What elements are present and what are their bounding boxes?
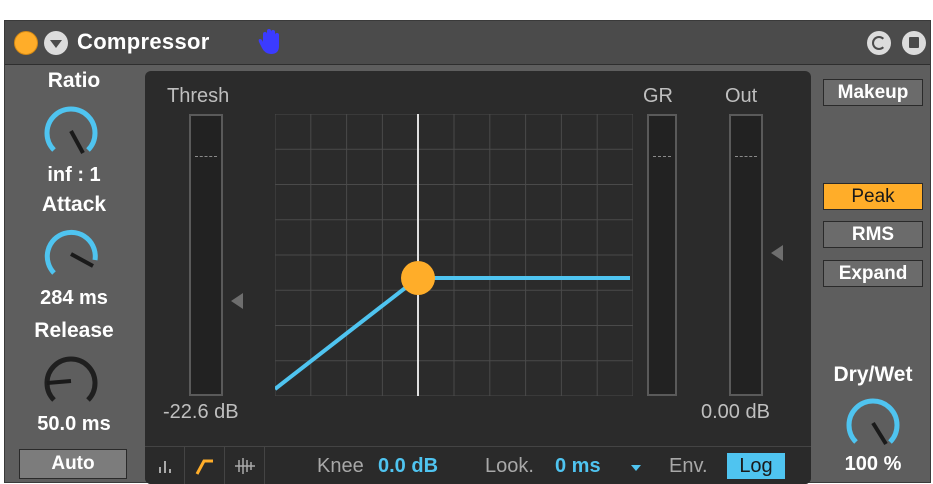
save-preset-icon[interactable] bbox=[902, 31, 926, 55]
lookahead-value[interactable]: 0 ms bbox=[555, 455, 601, 478]
out-value: 0.00 dB bbox=[701, 401, 770, 423]
transfer-curve-graph[interactable] bbox=[275, 114, 633, 396]
hot-swap-icon[interactable] bbox=[867, 31, 891, 55]
hand-icon[interactable] bbox=[257, 28, 283, 56]
ratio-label: Ratio bbox=[47, 69, 101, 92]
envelope-label: Env. bbox=[669, 455, 708, 477]
compressor-display: Thresh -22.6 dB GR Out 0.00 dB Knee 0.0 … bbox=[145, 71, 811, 484]
activity-view-icon bbox=[235, 458, 255, 474]
transfer-curve-view-button[interactable] bbox=[185, 447, 225, 484]
makeup-button[interactable]: Makeup bbox=[823, 79, 923, 106]
chevron-down-icon[interactable] bbox=[631, 465, 641, 471]
auto-button[interactable]: Auto bbox=[19, 449, 127, 479]
attack-knob[interactable] bbox=[41, 224, 101, 284]
envelope-log-button[interactable]: Log bbox=[727, 453, 785, 479]
dry-wet-value: 100 % bbox=[844, 453, 902, 475]
ratio-value: inf : 1 bbox=[47, 164, 101, 186]
attack-label: Attack bbox=[41, 193, 107, 216]
collapsed-view-button[interactable] bbox=[145, 447, 185, 484]
thresh-slider-handle[interactable] bbox=[231, 293, 243, 309]
fold-chevron-icon[interactable] bbox=[44, 31, 68, 55]
expand-button[interactable]: Expand bbox=[823, 260, 923, 287]
dry-wet-knob[interactable] bbox=[843, 393, 903, 453]
gr-label: GR bbox=[643, 85, 673, 107]
dry-wet-label: Dry/Wet bbox=[833, 363, 913, 386]
threshold-knee-point bbox=[401, 261, 435, 295]
out-slider-handle[interactable] bbox=[771, 245, 783, 261]
gr-meter bbox=[647, 114, 677, 396]
collapsed-view-icon bbox=[159, 461, 171, 473]
device-title: Compressor bbox=[77, 29, 210, 54]
power-button[interactable] bbox=[14, 31, 38, 55]
rms-button[interactable]: RMS bbox=[823, 221, 923, 248]
activity-view-button[interactable] bbox=[225, 447, 265, 484]
release-label: Release bbox=[34, 319, 114, 342]
peak-button[interactable]: Peak bbox=[823, 183, 923, 210]
thresh-label: Thresh bbox=[167, 85, 230, 107]
out-label: Out bbox=[725, 85, 758, 107]
display-toolbar: Knee 0.0 dB Look. 0 ms Env. Log bbox=[145, 446, 811, 484]
thresh-value: -22.6 dB bbox=[163, 401, 239, 423]
thresh-meter[interactable] bbox=[189, 114, 223, 396]
attack-value: 284 ms bbox=[40, 287, 108, 309]
release-value: 50.0 ms bbox=[37, 413, 111, 435]
title-bar: Compressor bbox=[5, 21, 930, 65]
transfer-curve-icon bbox=[195, 459, 213, 475]
out-meter[interactable] bbox=[729, 114, 763, 396]
compressor-device: Compressor Ratio inf : 1 Attack 284 ms R… bbox=[4, 20, 931, 484]
knee-value[interactable]: 0.0 dB bbox=[378, 455, 438, 478]
lookahead-label: Look. bbox=[485, 455, 534, 477]
release-knob[interactable] bbox=[41, 351, 101, 411]
ratio-knob[interactable] bbox=[41, 101, 101, 161]
knee-label: Knee bbox=[317, 455, 364, 477]
